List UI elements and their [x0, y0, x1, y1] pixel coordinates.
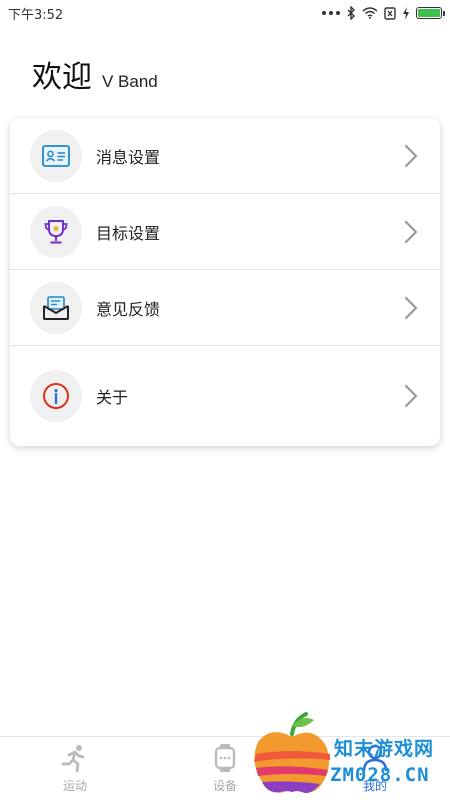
chevron-right-icon [404, 144, 418, 167]
page-title: 欢迎 [32, 60, 92, 95]
battery-icon [416, 7, 445, 19]
tab-label: 设备 [212, 779, 237, 793]
menu-item-about[interactable]: 关于 [10, 346, 440, 446]
trophy-icon [30, 205, 82, 258]
device-name: V Band [102, 72, 158, 91]
wifi-icon [362, 7, 378, 19]
status-icons [322, 6, 445, 20]
id-card-icon [30, 129, 82, 182]
status-bar: 下午3:52 [0, 0, 450, 26]
menu-item-feedback[interactable]: 意见反馈 [10, 270, 440, 346]
chevron-right-icon [404, 296, 418, 319]
tab-sport[interactable]: 运动 [0, 737, 150, 800]
info-icon [30, 370, 82, 422]
more-dots-icon [322, 11, 340, 15]
charging-icon [403, 6, 409, 20]
watermark-domain: ZM028.CN [330, 764, 430, 786]
menu-item-label: 目标设置 [96, 223, 161, 243]
watermark-text: 知末游戏网 [334, 738, 435, 760]
chevron-right-icon [404, 384, 418, 408]
watch-icon [214, 744, 236, 772]
menu-item-goal-settings[interactable]: 目标设置 [10, 194, 440, 270]
menu-item-message-settings[interactable]: 消息设置 [10, 118, 440, 194]
feedback-mail-icon [30, 281, 82, 334]
chevron-right-icon [404, 220, 418, 243]
status-time: 下午3:52 [8, 7, 64, 23]
sim-off-icon [384, 6, 396, 20]
battery-fill [418, 9, 440, 17]
running-icon [61, 745, 85, 773]
watermark: 知末游戏网 ZM028.CN [250, 712, 450, 800]
menu-item-label: 消息设置 [96, 147, 161, 167]
menu-item-label: 关于 [96, 388, 129, 407]
bluetooth-icon [347, 6, 355, 20]
welcome-header: 欢迎 V Band [32, 52, 158, 96]
settings-menu: 消息设置 目标设置 意见反馈 关于 [10, 118, 440, 446]
tab-label: 运动 [62, 779, 87, 793]
watermark-logo [254, 712, 330, 793]
menu-item-label: 意见反馈 [96, 299, 161, 319]
